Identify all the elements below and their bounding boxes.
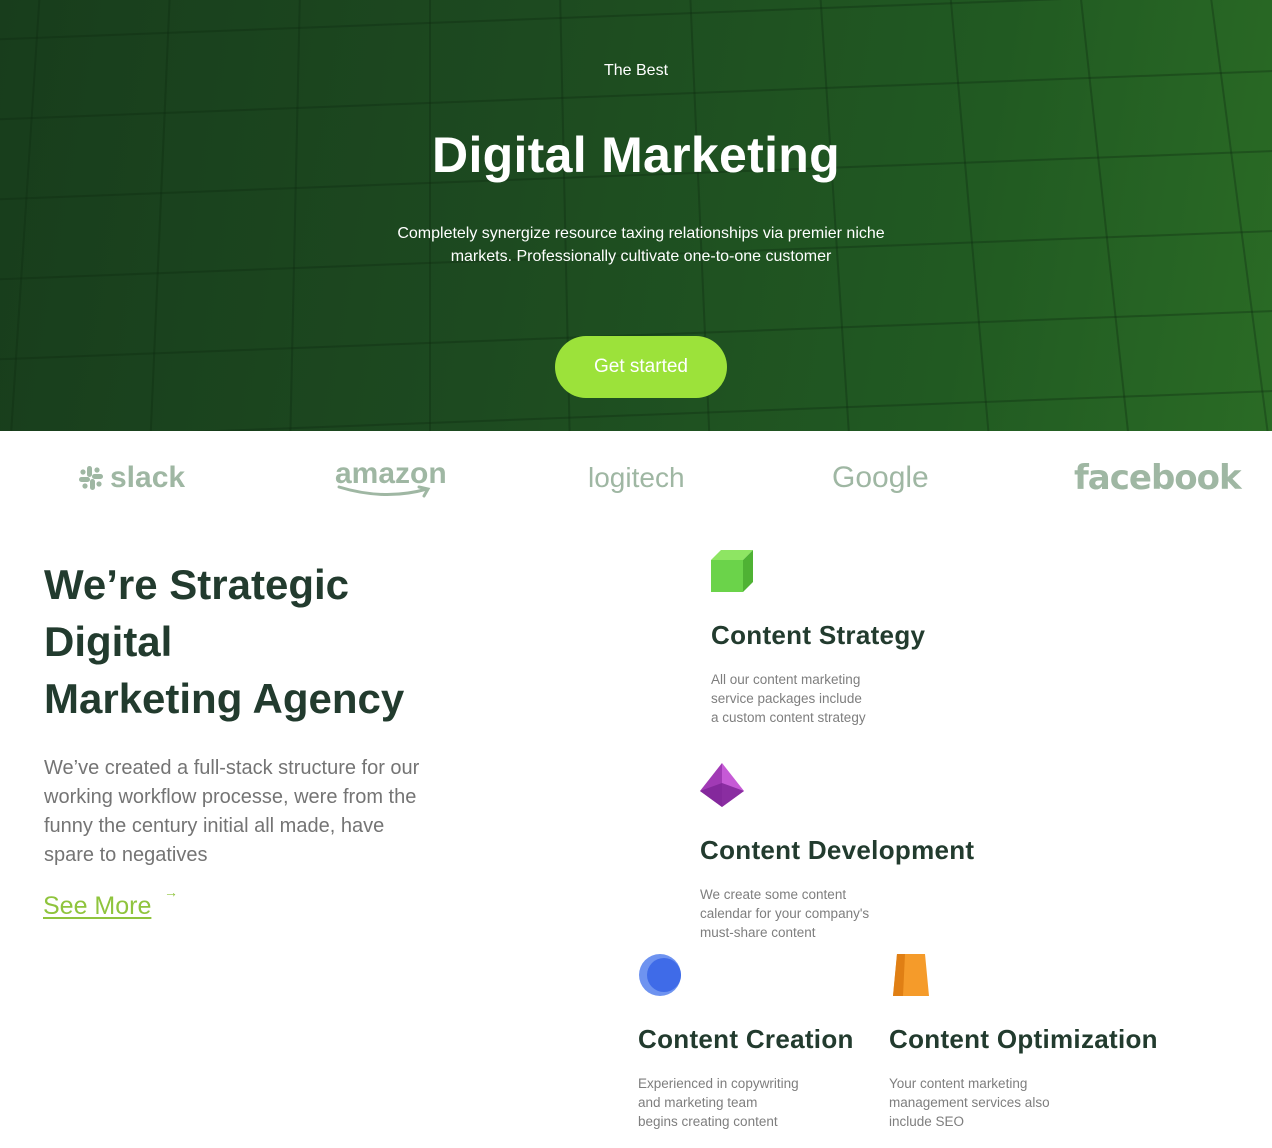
service-description-line: and marketing team xyxy=(638,1095,758,1110)
slack-logo: slack xyxy=(78,450,185,506)
google-logo-text: Google xyxy=(832,461,929,494)
amazon-smile-icon xyxy=(337,485,431,498)
service-card-optimization: Content Optimization Your content market… xyxy=(889,952,1189,1142)
hero-eyebrow: The Best xyxy=(603,62,669,79)
orange-cup-icon xyxy=(893,954,929,996)
google-logo: Google xyxy=(832,450,929,506)
agency-title-line: Marketing Agency xyxy=(44,675,405,722)
service-description-line: a custom content strategy xyxy=(711,710,866,725)
service-title: Content Strategy xyxy=(711,620,926,650)
service-description-line: Your content marketing xyxy=(889,1076,1028,1091)
service-description-line: begins creating content xyxy=(638,1114,778,1129)
service-description-line: We create some content xyxy=(700,887,847,902)
see-more-link[interactable]: See More xyxy=(43,892,151,921)
service-card-strategy: Content Strategy All our content marketi… xyxy=(711,546,1031,736)
amazon-logo: amazon xyxy=(335,450,447,506)
hero-banner: The Best Digital Marketing Completely sy… xyxy=(0,0,1272,431)
slack-logo-text: slack xyxy=(110,461,186,494)
agency-title-line: We’re Strategic xyxy=(44,561,350,608)
client-logos-row: slack amazon logitech Google facebook xyxy=(0,450,1272,506)
facebook-logo-text: facebook xyxy=(1074,458,1242,498)
facebook-logo: facebook xyxy=(1074,450,1242,506)
agency-description: We’ve created a full-stack structure for… xyxy=(44,757,420,866)
service-card-development: Content Development We create some conte… xyxy=(700,763,1020,953)
get-started-button[interactable]: Get started xyxy=(555,336,727,398)
slack-mark-icon xyxy=(79,466,103,490)
service-description: We create some content calendar for your… xyxy=(700,885,900,942)
service-title: Content Creation xyxy=(638,1024,854,1054)
purple-gem-icon xyxy=(700,763,744,807)
agency-title-line: Digital xyxy=(44,618,173,665)
logitech-logo-text: logitech xyxy=(588,462,685,493)
arrow-right-icon: → xyxy=(164,884,178,900)
service-title: Content Optimization xyxy=(889,1024,1158,1054)
service-description-line: service packages include xyxy=(711,691,862,706)
service-description-line: All our content marketing xyxy=(711,672,861,687)
service-description-line: calendar for your company's xyxy=(700,906,870,921)
logitech-logo: logitech xyxy=(588,450,685,506)
service-description: Experienced in copywriting and marketing… xyxy=(638,1074,838,1131)
service-description-line: management services also xyxy=(889,1095,1050,1110)
service-description: Your content marketing management servic… xyxy=(889,1074,1089,1131)
service-card-creation: Content Creation Experienced in copywrit… xyxy=(638,952,878,1142)
service-description: All our content marketing service packag… xyxy=(711,670,911,727)
hero-title: Digital Marketing xyxy=(432,127,840,183)
service-description-line: include SEO xyxy=(889,1114,965,1129)
agency-title: We’re Strategic Digital Marketing Agency xyxy=(44,556,484,727)
service-description-line: Experienced in copywriting xyxy=(638,1076,799,1091)
blue-circle-icon xyxy=(639,954,681,996)
service-description-line: must-share content xyxy=(700,925,816,940)
service-title: Content Development xyxy=(700,835,975,865)
hero-description: Completely synergize resource taxing rel… xyxy=(397,225,885,265)
green-cube-icon xyxy=(711,550,753,592)
